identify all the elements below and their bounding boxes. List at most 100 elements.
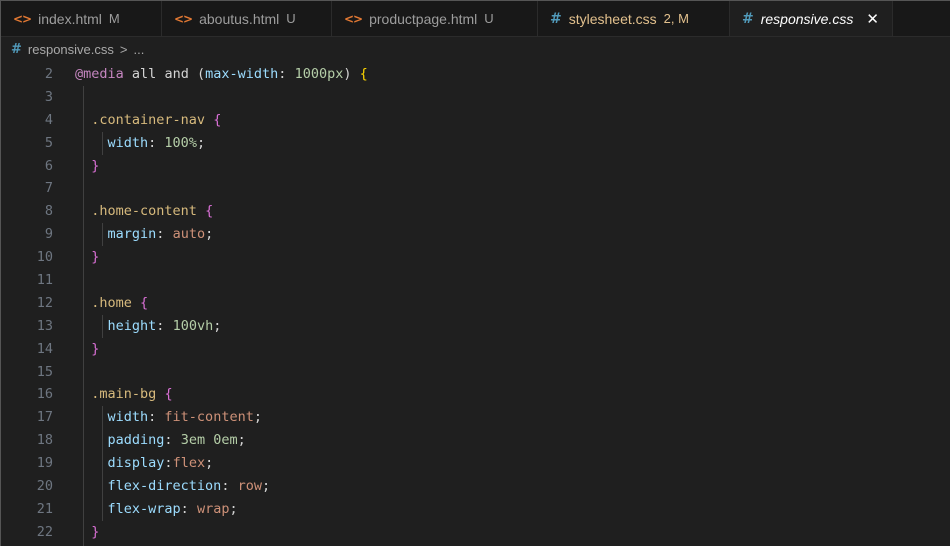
code-line: 19 display:flex;	[1, 452, 950, 476]
code-text: .home {	[53, 292, 148, 315]
code-line: 7	[1, 177, 950, 201]
tab-aboutus-html[interactable]: <> aboutus.html U	[162, 1, 332, 36]
tab-label: index.html	[38, 10, 102, 27]
semicolon: ;	[261, 478, 271, 495]
line-number: 8	[44, 203, 53, 220]
line-number: 7	[44, 180, 53, 197]
tab-responsive-css[interactable]: # responsive.css ✕	[730, 1, 893, 36]
css-hash-icon: #	[742, 10, 754, 27]
indent-guide	[83, 177, 84, 201]
code-text: }	[53, 246, 99, 269]
value: auto	[172, 226, 206, 243]
code-text: flex-wrap: wrap;	[107, 500, 238, 517]
code-line: 18 padding: 3em 0em;	[1, 429, 950, 453]
unit: px	[327, 66, 344, 82]
code-text: .home-content {	[53, 200, 213, 223]
code-line: 14 }	[1, 337, 950, 361]
number: 100	[164, 134, 189, 151]
line-number: 10	[36, 249, 53, 266]
brace: {	[164, 386, 173, 403]
line-number: 21	[36, 500, 53, 517]
selector: .home	[91, 294, 132, 311]
line-number: 15	[36, 363, 53, 380]
code-line: 21 flex-wrap: wrap;	[1, 497, 950, 521]
code-text: display:flex;	[107, 455, 214, 472]
code-line: 4 .container-nav {	[1, 108, 950, 132]
code-text: .container-nav {	[53, 109, 221, 132]
code-line: 8 .home-content {	[1, 200, 950, 224]
semicolon: ;	[196, 134, 206, 151]
tab-status: U	[484, 11, 494, 26]
code-text: }	[53, 521, 99, 544]
paren: (	[196, 66, 206, 82]
property: width	[107, 134, 149, 151]
number: 0em	[213, 432, 238, 449]
property: padding	[107, 432, 165, 449]
code-text: height: 100vh;	[107, 317, 222, 334]
line-number: 11	[36, 272, 53, 289]
html-code-icon: <>	[13, 11, 32, 26]
tab-productpage-html[interactable]: <> productpage.html U	[332, 1, 538, 36]
selector: .home-content	[91, 203, 197, 220]
indent-guide	[83, 269, 84, 292]
line-number: 16	[36, 386, 53, 403]
tab-status: 2, M	[663, 11, 689, 26]
line-number: 20	[36, 478, 53, 495]
brace: }	[91, 340, 100, 357]
selector: .main-bg	[91, 386, 157, 403]
line-number: 3	[44, 88, 53, 105]
tab-label: stylesheet.css	[568, 10, 657, 27]
property: height	[107, 317, 157, 334]
code-line: 16 .main-bg {	[1, 383, 950, 407]
paren: )	[343, 66, 352, 82]
code-text: width: fit-content;	[107, 409, 262, 426]
property: flex-direction	[107, 478, 222, 495]
chevron-right-icon: >	[119, 41, 128, 57]
number: 3em	[180, 432, 206, 449]
unit: vh	[196, 317, 214, 334]
tab-status: U	[286, 11, 296, 26]
html-code-icon: <>	[344, 11, 363, 26]
css-hash-icon: #	[550, 10, 562, 27]
at-rule: @media	[75, 66, 124, 82]
code-text: flex-direction: row;	[107, 478, 271, 495]
tab-label: productpage.html	[369, 10, 478, 27]
value: flex	[172, 455, 206, 472]
value: fit-content	[164, 409, 254, 426]
number: 100	[172, 317, 197, 334]
tab-bar: <> index.html M <> aboutus.html U <> pro…	[1, 1, 950, 37]
code-line: 6 }	[1, 154, 950, 178]
media-type: all	[131, 66, 157, 82]
breadcrumb-rest[interactable]: ...	[133, 42, 144, 57]
number: 1000	[294, 66, 328, 82]
code-line: 15	[1, 360, 950, 384]
code-line: 22 }	[1, 520, 950, 544]
code-text: width: 100%;	[107, 134, 206, 151]
code-text: .main-bg {	[53, 383, 173, 406]
line-number: 18	[36, 432, 53, 449]
brace: {	[359, 66, 368, 82]
property: margin	[107, 226, 157, 243]
tab-index-html[interactable]: <> index.html M	[1, 1, 162, 36]
code-line: 12 .home {	[1, 291, 950, 315]
tab-stylesheet-css[interactable]: # stylesheet.css 2, M	[538, 1, 730, 36]
semicolon: ;	[237, 432, 246, 449]
brace: }	[91, 249, 100, 266]
breadcrumb: # responsive.css > ...	[1, 37, 950, 61]
code-line: 9 margin: auto;	[1, 223, 950, 247]
unit: %	[188, 134, 197, 151]
colon: :	[278, 66, 287, 82]
code-editor: <> index.html M <> aboutus.html U <> pro…	[0, 0, 950, 546]
line-number: 17	[36, 409, 53, 426]
close-icon[interactable]: ✕	[866, 10, 879, 28]
code-area[interactable]: 2 @media all and (max-width: 1000px) { 3…	[1, 61, 950, 546]
line-number: 14	[36, 340, 53, 357]
brace: {	[140, 294, 149, 311]
code-line: 2 @media all and (max-width: 1000px) {	[1, 63, 950, 86]
tab-status: M	[108, 11, 120, 26]
line-number: 13	[36, 317, 53, 334]
breadcrumb-file[interactable]: responsive.css	[28, 42, 114, 57]
media-feature: max-width	[205, 66, 279, 82]
value: row	[237, 478, 262, 495]
css-hash-icon: #	[11, 41, 22, 57]
